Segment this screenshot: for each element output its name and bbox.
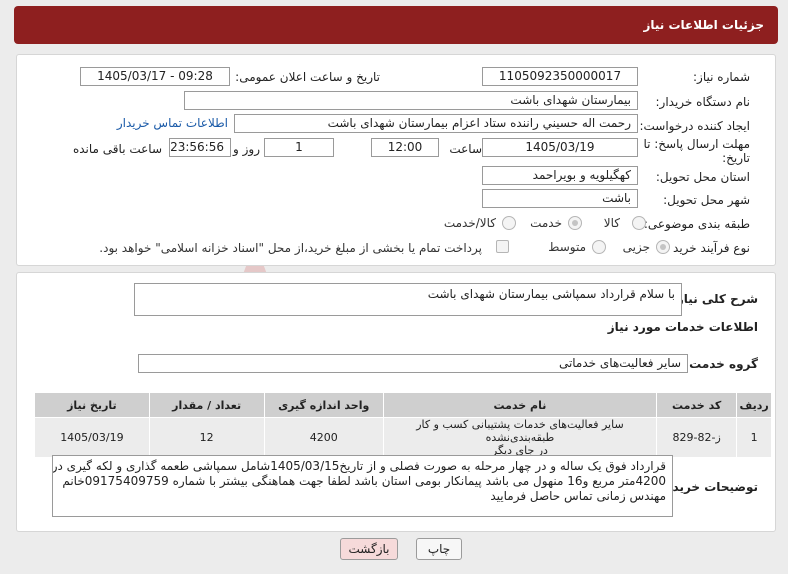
remaining-time-label: ساعت باقی مانده: [72, 142, 162, 156]
city-label: شهر محل تحویل:: [663, 193, 750, 207]
col-header-qty: تعداد / مقدار: [148, 392, 265, 418]
deadline-label-line1: مهلت ارسال پاسخ: تا: [643, 137, 750, 151]
province-field: کهگیلویه و بویراحمد: [482, 166, 638, 185]
cell-unit: 4200: [263, 417, 384, 458]
announce-date-label: تاریخ و ساعت اعلان عمومی:: [235, 70, 380, 84]
announce-date-field: 1405/03/17 - 09:28: [80, 67, 230, 86]
summary-label: شرح کلی نیاز:: [672, 292, 758, 306]
creator-label: ایجاد کننده درخواست:: [639, 119, 750, 133]
col-header-row: ردیف: [736, 392, 772, 418]
services-section-title: اطلاعات خدمات مورد نیاز: [607, 320, 758, 334]
page-title: جزئیات اطلاعات نیاز: [643, 18, 764, 32]
buyer-contact-link[interactable]: اطلاعات تماس خریدار: [117, 116, 228, 130]
process-radio-medium[interactable]: [592, 240, 606, 254]
buyer-name-label: نام دستگاه خریدار:: [655, 95, 751, 109]
service-group-label: گروه خدمت:: [684, 357, 758, 371]
creator-field: رحمت اله حسيني راننده ستاد اعزام بیمارست…: [234, 114, 638, 133]
province-label: استان محل تحویل:: [655, 170, 750, 184]
city-field: باشت: [482, 189, 638, 208]
deadline-label-line2: تاریخ:: [722, 151, 750, 165]
category-label: طبقه بندی موضوعی:: [643, 217, 750, 231]
print-button[interactable]: چاپ: [416, 538, 462, 560]
cell-row: 1: [736, 417, 772, 458]
deadline-time-label: ساعت: [449, 142, 482, 156]
deadline-date-field: 1405/03/19: [482, 138, 638, 157]
cell-code: ز-82-829: [655, 417, 738, 458]
cell-date: 1405/03/19: [34, 417, 150, 458]
deadline-time-field: 12:00: [371, 138, 439, 157]
category-radio-goods-service[interactable]: [502, 216, 516, 230]
remaining-days-field: 1: [264, 138, 334, 157]
cell-name: سایر فعالیت‌های خدمات پشتیبانی کسب و کار…: [382, 417, 658, 458]
col-header-unit: واحد اندازه گیری: [263, 392, 384, 418]
remaining-days-label: روز و: [233, 142, 260, 156]
table-row: 1 ز-82-829 سایر فعالیت‌های خدمات پشتیبان…: [34, 417, 772, 458]
page-header: جزئیات اطلاعات نیاز: [14, 6, 778, 44]
buyer-name-field: بیمارستان شهدای باشت: [184, 91, 638, 110]
buyer-notes-line3: مهندس زمانی تماس حاصل فرمایید: [490, 489, 666, 503]
back-button[interactable]: بازگشت: [340, 538, 398, 560]
category-radio-goods[interactable]: [632, 216, 646, 230]
cell-name-line1: سایر فعالیت‌های خدمات پشتیبانی کسب و کار…: [416, 418, 624, 444]
col-header-date: تاریخ نیاز: [34, 392, 150, 418]
buyer-notes-textarea[interactable]: قرارداد فوق یک ساله و در چهار مرحله به ص…: [52, 455, 673, 517]
process-radio-minor[interactable]: [656, 240, 670, 254]
buyer-notes-line2: 4200متر مربع و16 منهول می باشد پیمانکار …: [62, 474, 666, 488]
process-option-minor: جزیی: [622, 240, 650, 254]
category-option-service: خدمت: [530, 216, 562, 230]
process-type-label: نوع فرآیند خرید :: [665, 241, 750, 255]
buyer-notes-line1: قرارداد فوق یک ساله و در چهار مرحله به ص…: [52, 459, 666, 473]
treasury-payment-checkbox[interactable]: [496, 240, 509, 253]
treasury-payment-note: پرداخت تمام یا بخشی از مبلغ خرید،از محل …: [99, 241, 482, 255]
remaining-time-field: 23:56:56: [169, 138, 231, 157]
col-header-name: نام خدمت: [382, 392, 658, 418]
service-group-field: سایر فعالیت‌های خدماتی: [138, 354, 688, 373]
summary-textarea[interactable]: با سلام قرارداد سمپاشی بیمارستان شهدای ب…: [134, 283, 682, 316]
category-option-goods: کالا: [603, 216, 620, 230]
process-option-medium: متوسط: [548, 240, 586, 254]
services-table: ردیف کد خدمت نام خدمت واحد اندازه گیری ت…: [34, 392, 772, 458]
need-number-field: 1105092350000017: [482, 67, 638, 86]
category-option-goods-service: کالا/خدمت: [443, 216, 496, 230]
category-radio-service[interactable]: [568, 216, 582, 230]
col-header-code: کد خدمت: [655, 392, 738, 418]
need-number-label: شماره نیاز:: [693, 70, 750, 84]
cell-qty: 12: [148, 417, 265, 458]
